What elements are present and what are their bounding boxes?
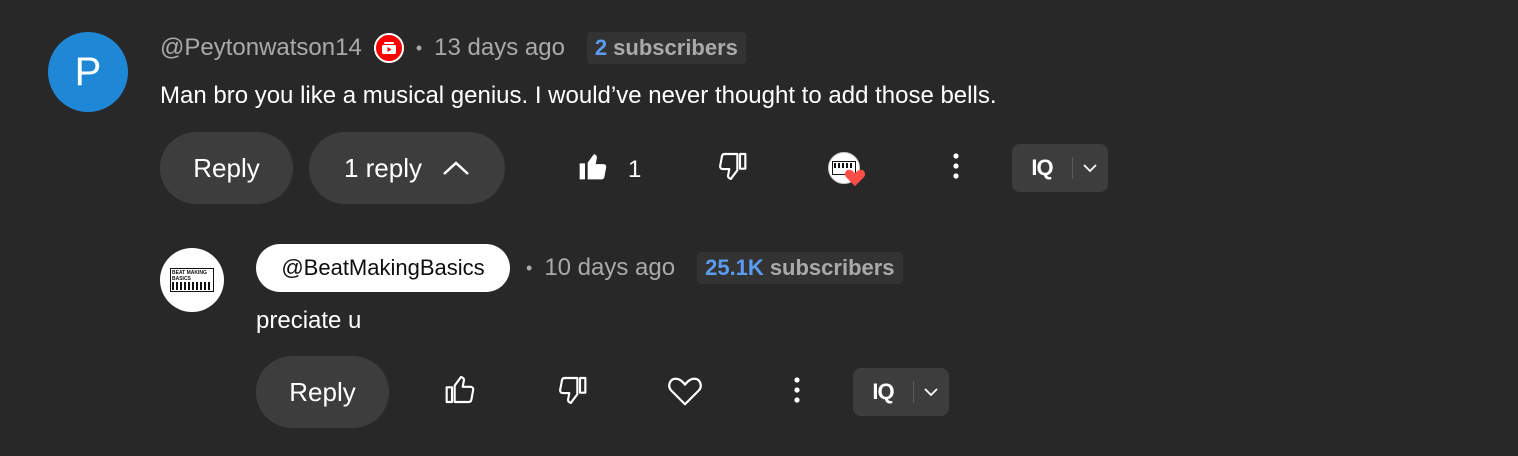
reply-button[interactable]: Reply	[160, 132, 293, 204]
avatar-logo-text: BEAT MAKING BASICS	[172, 270, 207, 282]
more-actions-button[interactable]	[769, 364, 825, 420]
iq-logo: IQ	[1031, 155, 1053, 180]
iq-extension-button[interactable]: IQ	[853, 368, 949, 416]
subscriber-count: 25.1K	[705, 255, 764, 280]
reply-button[interactable]: Reply	[256, 356, 389, 428]
dislike-button[interactable]	[704, 140, 760, 196]
separator-dot: •	[526, 257, 533, 278]
like-button[interactable]	[432, 364, 488, 420]
replies-count-label: 1 reply	[343, 152, 423, 183]
subscriber-label: subscribers	[769, 255, 895, 280]
thumbs-up-filled-icon	[577, 150, 609, 187]
avatar-letter: P	[74, 49, 102, 94]
subscriber-label: subscribers	[613, 35, 738, 60]
thumbs-up-icon	[444, 374, 476, 411]
reply-author-handle[interactable]: @BeatMakingBasics	[256, 244, 510, 292]
heart-icon	[844, 167, 866, 192]
member-badge-icon	[373, 33, 404, 63]
iq-extension-button[interactable]: IQ	[1012, 144, 1108, 192]
reply-button-label: Reply	[289, 376, 356, 407]
more-vertical-icon	[793, 376, 801, 409]
reply-avatar[interactable]: BEAT MAKING BASICS	[160, 248, 224, 312]
beat-making-basics-logo-icon: BEAT MAKING BASICS	[170, 268, 214, 292]
iq-logo: IQ	[872, 379, 894, 404]
like-button[interactable]	[565, 140, 621, 196]
reply-button-label: Reply	[193, 152, 260, 183]
reply-timestamp[interactable]: 10 days ago	[544, 254, 675, 282]
dislike-button[interactable]	[544, 364, 600, 420]
comment-author-handle[interactable]: @Peytonwatson14	[160, 34, 362, 62]
chevron-up-icon	[442, 160, 470, 176]
thumbs-down-icon	[716, 150, 748, 187]
separator-dot: •	[415, 37, 423, 58]
comment-timestamp[interactable]: 13 days ago	[434, 34, 565, 62]
chevron-down-icon[interactable]	[1073, 163, 1107, 173]
chevron-down-icon[interactable]	[914, 387, 948, 397]
subscriber-count-badge: 2 subscribers	[586, 32, 746, 64]
comment-header: @Peytonwatson14 • 13 days ago 2 subscrib…	[160, 30, 746, 66]
like-count: 1	[628, 156, 642, 183]
heart-outline-icon	[667, 373, 703, 412]
comment-text: Man bro you like a musical genius. I wou…	[160, 82, 997, 109]
more-actions-button[interactable]	[928, 140, 984, 196]
more-vertical-icon	[952, 152, 960, 185]
thumbs-down-icon	[556, 374, 588, 411]
subscriber-count: 2	[594, 35, 608, 60]
avatar[interactable]: P	[48, 32, 128, 112]
toggle-replies-button[interactable]: 1 reply	[309, 132, 505, 204]
creator-heart-badge	[828, 152, 866, 187]
heart-button[interactable]	[657, 364, 713, 420]
reply-header: @BeatMakingBasics • 10 days ago 25.1K su…	[256, 244, 903, 292]
subscriber-count-badge: 25.1K subscribers	[697, 252, 903, 284]
reply-text: preciate u	[256, 307, 362, 334]
